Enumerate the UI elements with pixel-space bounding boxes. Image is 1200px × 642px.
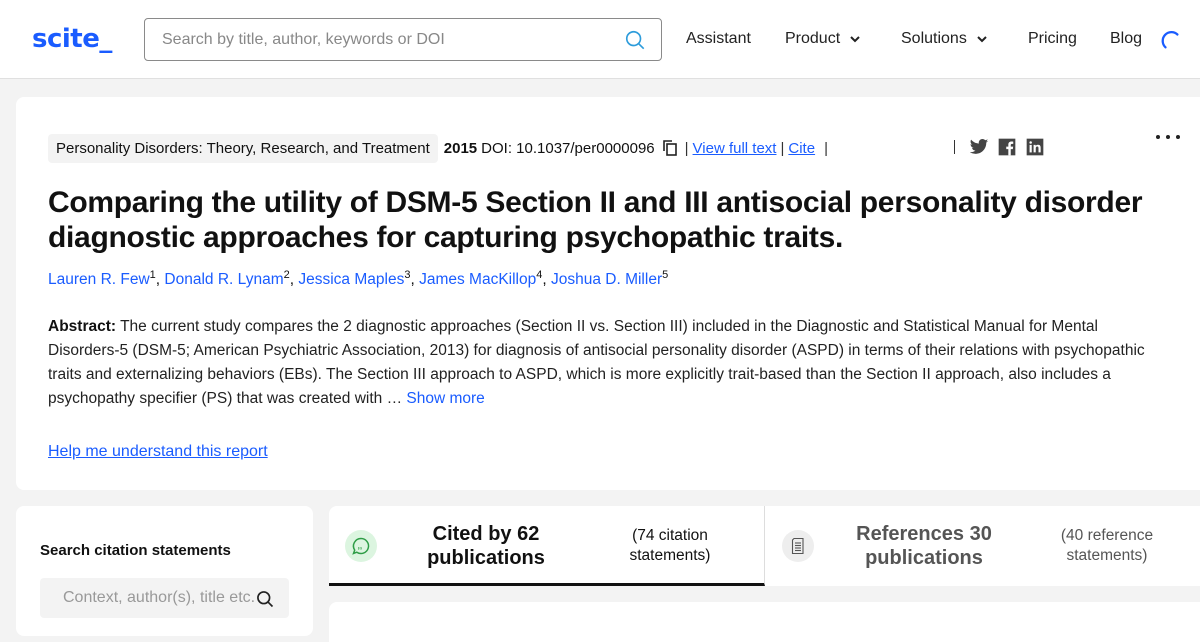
abstract: Abstract: The current study compares the… — [48, 315, 1163, 411]
tab-references[interactable]: References 30 publications (40 reference… — [766, 506, 1200, 586]
abstract-label: Abstract: — [48, 318, 117, 335]
linkedin-icon[interactable] — [1025, 137, 1045, 157]
separator: | — [824, 139, 828, 157]
citation-search-input[interactable] — [63, 588, 258, 608]
author-name: Donald R. Lynam — [164, 271, 284, 289]
author-link[interactable]: Jessica Maples3 — [298, 269, 410, 289]
main-search-box[interactable] — [144, 18, 662, 61]
citation-statements-count: (74 citation statements) — [629, 527, 711, 564]
facebook-icon[interactable] — [997, 137, 1017, 157]
nav-pricing-label: Pricing — [1028, 30, 1077, 47]
nav-solutions[interactable]: Solutions — [901, 30, 989, 48]
doi-value: 10.1037/per0000096 — [516, 139, 655, 157]
author-name: Joshua D. Miller — [550, 271, 663, 289]
citation-results-panel — [329, 602, 1200, 642]
quote-bubble-icon-badge: ,, — [345, 530, 377, 562]
author-link[interactable]: Lauren R. Few1 — [48, 269, 156, 289]
references-label: References 30 publications — [856, 523, 992, 569]
tab-cited-by[interactable]: ,, Cited by 62 publications (74 citation… — [329, 506, 765, 586]
cite-link[interactable]: Cite — [788, 140, 815, 157]
top-header: scite_ Assistant Product Solutions Prici… — [0, 0, 1200, 79]
article-card: Personality Disorders: Theory, Research,… — [16, 97, 1200, 490]
twitter-icon[interactable] — [969, 137, 989, 157]
search-icon[interactable] — [624, 29, 646, 51]
author-name: James MacKillop — [419, 271, 537, 289]
citation-search-box[interactable] — [40, 578, 289, 618]
document-icon-badge — [782, 530, 814, 562]
svg-text:,,: ,, — [358, 542, 362, 551]
main-search-input[interactable] — [162, 29, 602, 51]
comma: , — [542, 271, 551, 289]
author-link[interactable]: James MacKillop4 — [419, 269, 542, 289]
help-understand-link-wrap: Help me understand this report — [48, 443, 268, 461]
copy-icon[interactable] — [661, 139, 679, 157]
nav-pricing[interactable]: Pricing — [1028, 30, 1077, 48]
scite-logo[interactable]: scite_ — [32, 24, 112, 54]
reference-statements-count: (40 reference statements) — [1060, 527, 1154, 564]
publication-year: 2015 — [443, 139, 478, 157]
separator — [954, 140, 955, 154]
cited-by-label: Cited by 62 publications — [427, 523, 545, 569]
separator: | — [684, 139, 689, 157]
article-meta-row: Personality Disorders: Theory, Research,… — [48, 132, 832, 164]
nav-assistant-label: Assistant — [686, 30, 751, 47]
quote-bubble-icon: ,, — [352, 537, 370, 555]
author-affiliation: 5 — [662, 269, 669, 281]
nav-solutions-label: Solutions — [901, 30, 967, 47]
social-share — [954, 137, 1045, 157]
author-list: Lauren R. Few1, Donald R. Lynam2, Jessic… — [48, 269, 668, 289]
chevron-down-icon — [977, 36, 987, 43]
show-more-link[interactable]: Show more — [406, 390, 484, 407]
author-name: Lauren R. Few — [48, 271, 150, 289]
comma: , — [410, 271, 420, 289]
doi-label: DOI: — [481, 139, 512, 157]
search-icon[interactable] — [255, 589, 275, 609]
author-link[interactable]: Joshua D. Miller5 — [550, 269, 669, 289]
nav-product-label: Product — [785, 30, 841, 47]
citation-tabs: ,, Cited by 62 publications (74 citation… — [329, 506, 1200, 586]
author-name: Jessica Maples — [298, 271, 405, 289]
chevron-down-icon — [850, 36, 860, 43]
nav-product[interactable]: Product — [785, 30, 862, 48]
view-full-text-link[interactable]: View full text — [693, 140, 777, 157]
abstract-text: The current study compares the 2 diagnos… — [48, 318, 1145, 407]
more-horizontal-icon[interactable] — [1154, 129, 1182, 145]
help-understand-link[interactable]: Help me understand this report — [48, 443, 268, 460]
author-link[interactable]: Donald R. Lynam2 — [164, 269, 289, 289]
nav-blog[interactable]: Blog — [1110, 30, 1142, 48]
spinner-icon — [1161, 31, 1179, 49]
nav-assistant[interactable]: Assistant — [686, 30, 751, 48]
separator: | — [780, 139, 785, 157]
document-icon — [791, 537, 804, 555]
article-title: Comparing the utility of DSM-5 Section I… — [48, 186, 1143, 254]
nav-blog-label: Blog — [1110, 30, 1143, 47]
citation-search-heading: Search citation statements — [40, 542, 231, 559]
citation-search-panel: Search citation statements — [16, 506, 313, 636]
journal-name[interactable]: Personality Disorders: Theory, Research,… — [48, 133, 438, 163]
